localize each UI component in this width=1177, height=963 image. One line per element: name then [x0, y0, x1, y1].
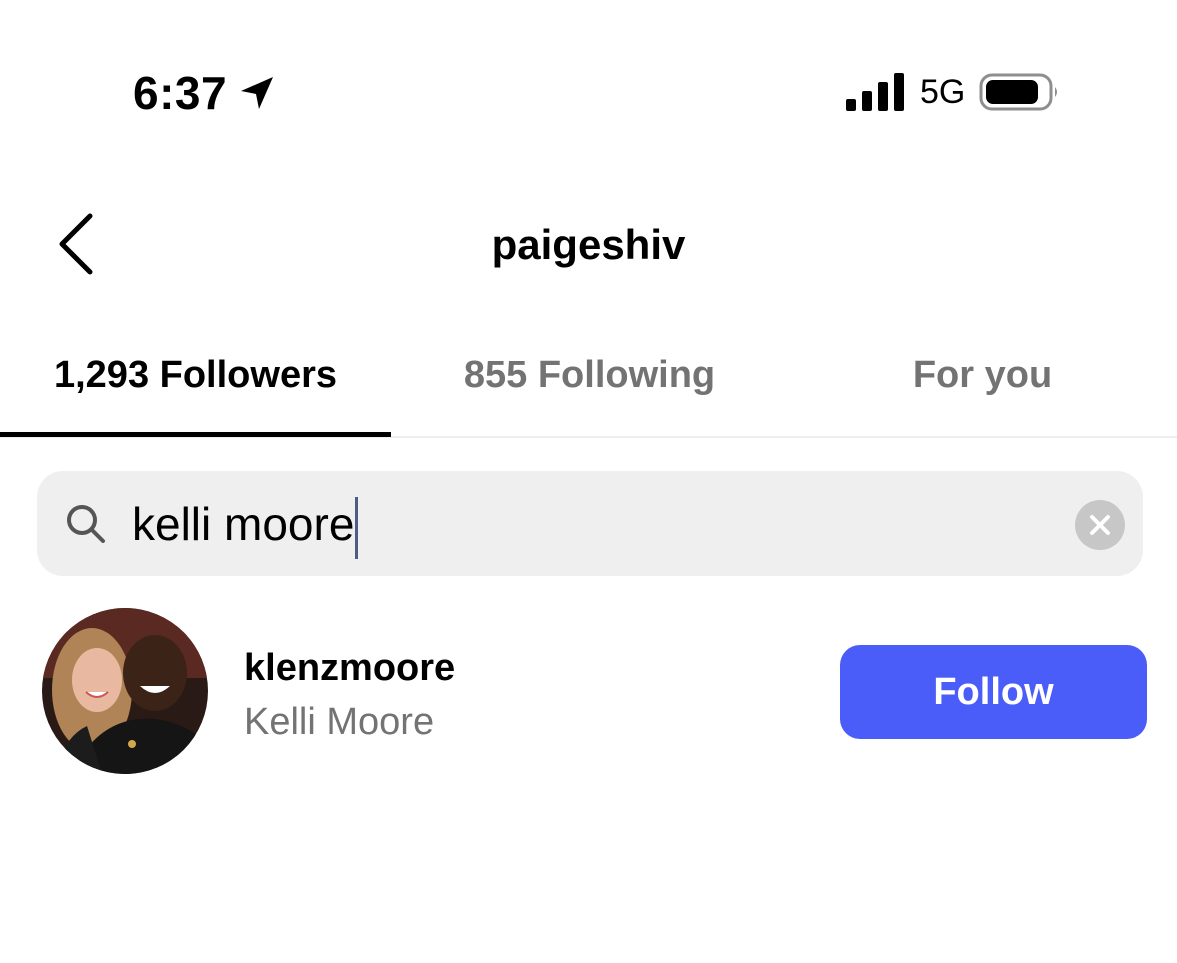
tab-following[interactable]: 855 Following — [391, 340, 788, 436]
avatar-photo — [42, 608, 208, 774]
tab-for-you[interactable]: For you — [788, 340, 1177, 436]
search-input[interactable]: kelli moore — [132, 491, 1032, 559]
page-title: paigeshiv — [491, 221, 686, 268]
list-item[interactable]: klenzmoore Kelli Moore Follow — [0, 605, 1177, 780]
tab-followers[interactable]: 1,293 Followers — [0, 340, 391, 436]
status-time: 6:37 — [133, 67, 228, 119]
follow-button[interactable]: Follow — [840, 645, 1147, 739]
result-full-name: Kelli Moore — [244, 701, 435, 743]
time-group: 6:37 — [133, 66, 277, 120]
battery-icon — [979, 73, 1058, 111]
status-bar: 6:37 5G — [0, 0, 1177, 160]
clear-x-icon — [1090, 515, 1110, 535]
tab-bar: 1,293 Followers 855 Following For you — [0, 340, 1177, 438]
signal-bars-icon — [846, 73, 904, 111]
status-indicators: 5G — [846, 72, 1061, 112]
screen: 6:37 5G paigeshiv 1,293 Followers 855 Fo… — [0, 0, 1177, 963]
search-icon — [67, 505, 105, 543]
location-arrow-icon — [241, 77, 274, 109]
result-username[interactable]: klenzmoore — [244, 645, 455, 691]
search-input-value: kelli moore — [132, 498, 355, 550]
text-caret — [355, 496, 359, 559]
active-tab-indicator — [0, 432, 391, 437]
clear-search-button[interactable] — [1075, 500, 1125, 550]
search-bar: kelli moore — [37, 471, 1143, 576]
network-type: 5G — [920, 73, 966, 111]
avatar[interactable] — [42, 608, 208, 774]
